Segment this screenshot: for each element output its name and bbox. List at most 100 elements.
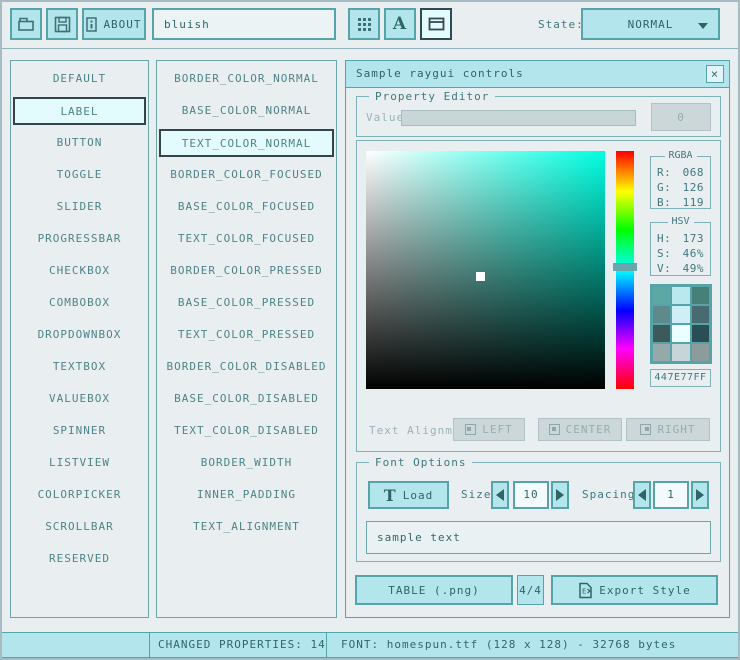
properties-list-item[interactable]: BORDER_COLOR_NORMAL bbox=[157, 63, 336, 95]
properties-list-item[interactable]: TEXT_COLOR_DISABLED bbox=[157, 415, 336, 447]
folder-icon bbox=[17, 16, 35, 32]
controls-list-item[interactable]: SPINNER bbox=[11, 415, 148, 447]
controls-list-item[interactable]: COMBOBOX bbox=[11, 287, 148, 319]
export-table-label: TABLE (.png) bbox=[388, 584, 479, 597]
color-swatch[interactable] bbox=[692, 287, 709, 304]
svg-text:E: E bbox=[582, 587, 587, 595]
state-dropdown[interactable]: NORMAL bbox=[581, 8, 720, 40]
hsv-s-row: S:46% bbox=[651, 246, 710, 261]
controls-list-item[interactable]: DEFAULT bbox=[11, 63, 148, 95]
info-icon bbox=[86, 17, 97, 32]
rgba-b-row: B:119 bbox=[651, 195, 710, 210]
status-cell-empty bbox=[2, 633, 150, 657]
controls-list-item[interactable]: SCROLLBAR bbox=[11, 511, 148, 543]
controls-view-button[interactable] bbox=[420, 8, 452, 40]
toolbar: ABOUT A State: NORMAL bbox=[2, 2, 738, 49]
properties-list-item[interactable]: TEXT_COLOR_PRESSED bbox=[157, 319, 336, 351]
controls-list-item[interactable]: RESERVED bbox=[11, 543, 148, 575]
properties-list-item[interactable]: TEXT_COLOR_FOCUSED bbox=[157, 223, 336, 255]
font-view-button[interactable]: A bbox=[384, 8, 416, 40]
properties-list-item-selected[interactable]: TEXT_COLOR_NORMAL bbox=[159, 129, 334, 157]
align-right-label: RIGHT bbox=[657, 423, 695, 436]
properties-list-item[interactable]: BASE_COLOR_NORMAL bbox=[157, 95, 336, 127]
window-title: Sample raygui controls bbox=[356, 67, 524, 80]
controls-list-item[interactable]: BUTTON bbox=[11, 127, 148, 159]
hsv-v-row: V:49% bbox=[651, 261, 710, 276]
status-font-info: FONT: homespun.ttf (128 x 128) - 32768 b… bbox=[327, 633, 738, 657]
window-icon bbox=[428, 17, 445, 31]
color-swatch[interactable] bbox=[653, 306, 670, 323]
color-swatch[interactable] bbox=[692, 344, 709, 361]
save-file-button[interactable] bbox=[46, 8, 78, 40]
controls-list-item[interactable]: DROPDOWNBOX bbox=[11, 319, 148, 351]
properties-list-item[interactable]: TEXT_ALIGNMENT bbox=[157, 511, 336, 543]
controls-list-item[interactable]: PROGRESSBAR bbox=[11, 223, 148, 255]
triangle-left-icon bbox=[638, 489, 646, 501]
value-slider bbox=[401, 110, 636, 126]
color-swatch[interactable] bbox=[653, 325, 670, 342]
size-value: 10 bbox=[523, 488, 538, 501]
color-swatch[interactable] bbox=[672, 344, 689, 361]
properties-list-item[interactable]: BASE_COLOR_DISABLED bbox=[157, 383, 336, 415]
open-file-button[interactable] bbox=[10, 8, 42, 40]
controls-list-item[interactable]: TEXTBOX bbox=[11, 351, 148, 383]
controls-list-item[interactable]: SLIDER bbox=[11, 191, 148, 223]
rgba-label: RGBA bbox=[664, 150, 696, 161]
export-table-button[interactable]: TABLE (.png) bbox=[355, 575, 513, 605]
spacing-value-box[interactable]: 1 bbox=[653, 481, 689, 509]
rgba-g-row: G:126 bbox=[651, 180, 710, 195]
about-button-label: ABOUT bbox=[103, 18, 141, 31]
properties-list-item[interactable]: INNER_PADDING bbox=[157, 479, 336, 511]
properties-list-item[interactable]: BORDER_COLOR_FOCUSED bbox=[157, 159, 336, 191]
align-left-button: LEFT bbox=[453, 418, 525, 441]
about-button[interactable]: ABOUT bbox=[82, 8, 146, 40]
color-swatch[interactable] bbox=[672, 306, 689, 323]
export-format-counter-button[interactable]: 4/4 bbox=[517, 575, 544, 605]
color-swatch[interactable] bbox=[653, 344, 670, 361]
status-bar: CHANGED PROPERTIES: 14 FONT: homespun.tt… bbox=[2, 632, 738, 658]
spacing-decrease-button[interactable] bbox=[633, 481, 651, 509]
controls-list-item[interactable]: TOGGLE bbox=[11, 159, 148, 191]
color-swatch[interactable] bbox=[672, 287, 689, 304]
export-style-button[interactable]: E Export Style bbox=[551, 575, 718, 605]
properties-list-item[interactable]: BASE_COLOR_FOCUSED bbox=[157, 191, 336, 223]
hex-color-input[interactable]: 447E77FF bbox=[650, 369, 711, 387]
properties-list-item[interactable]: BORDER_WIDTH bbox=[157, 447, 336, 479]
style-table-view-button[interactable] bbox=[348, 8, 380, 40]
hsv-v-value: 49% bbox=[683, 261, 704, 276]
controls-list-item[interactable]: VALUEBOX bbox=[11, 383, 148, 415]
size-value-box[interactable]: 10 bbox=[513, 481, 549, 509]
close-button[interactable]: × bbox=[706, 65, 724, 83]
color-swatch[interactable] bbox=[653, 287, 670, 304]
size-increase-button[interactable] bbox=[551, 481, 569, 509]
triangle-right-icon bbox=[556, 489, 564, 501]
font-a-icon: A bbox=[393, 14, 407, 34]
properties-list-item[interactable]: BORDER_COLOR_DISABLED bbox=[157, 351, 336, 383]
export-format-counter: 4/4 bbox=[519, 584, 542, 597]
controls-list-item[interactable]: COLORPICKER bbox=[11, 479, 148, 511]
chevron-down-icon bbox=[698, 23, 708, 29]
align-right-button: RIGHT bbox=[626, 418, 710, 441]
font-load-button[interactable]: T Load bbox=[368, 481, 449, 509]
align-right-icon bbox=[640, 424, 651, 435]
color-swatch[interactable] bbox=[692, 325, 709, 342]
properties-list-item[interactable]: BASE_COLOR_PRESSED bbox=[157, 287, 336, 319]
color-saturation-value-picker[interactable] bbox=[366, 151, 605, 389]
controls-list-item[interactable]: CHECKBOX bbox=[11, 255, 148, 287]
controls-list-item[interactable]: LISTVIEW bbox=[11, 447, 148, 479]
style-name-input[interactable] bbox=[152, 8, 336, 40]
color-swatch[interactable] bbox=[672, 325, 689, 342]
controls-list-item-selected[interactable]: LABEL bbox=[13, 97, 146, 125]
sample-text-box[interactable]: sample text bbox=[366, 521, 711, 554]
window-titlebar[interactable]: Sample raygui controls × bbox=[346, 61, 729, 88]
properties-list-item[interactable]: BORDER_COLOR_PRESSED bbox=[157, 255, 336, 287]
value-button-label: 0 bbox=[677, 111, 685, 124]
size-decrease-button[interactable] bbox=[491, 481, 509, 509]
hue-slider-handle[interactable] bbox=[613, 263, 637, 271]
color-picker-cursor[interactable] bbox=[476, 272, 485, 281]
spacing-increase-button[interactable] bbox=[691, 481, 709, 509]
export-style-label: Export Style bbox=[599, 584, 690, 597]
grid-icon bbox=[357, 17, 372, 32]
color-swatch[interactable] bbox=[692, 306, 709, 323]
rgba-group: RGBA R:068 G:126 B:119 bbox=[650, 156, 711, 209]
